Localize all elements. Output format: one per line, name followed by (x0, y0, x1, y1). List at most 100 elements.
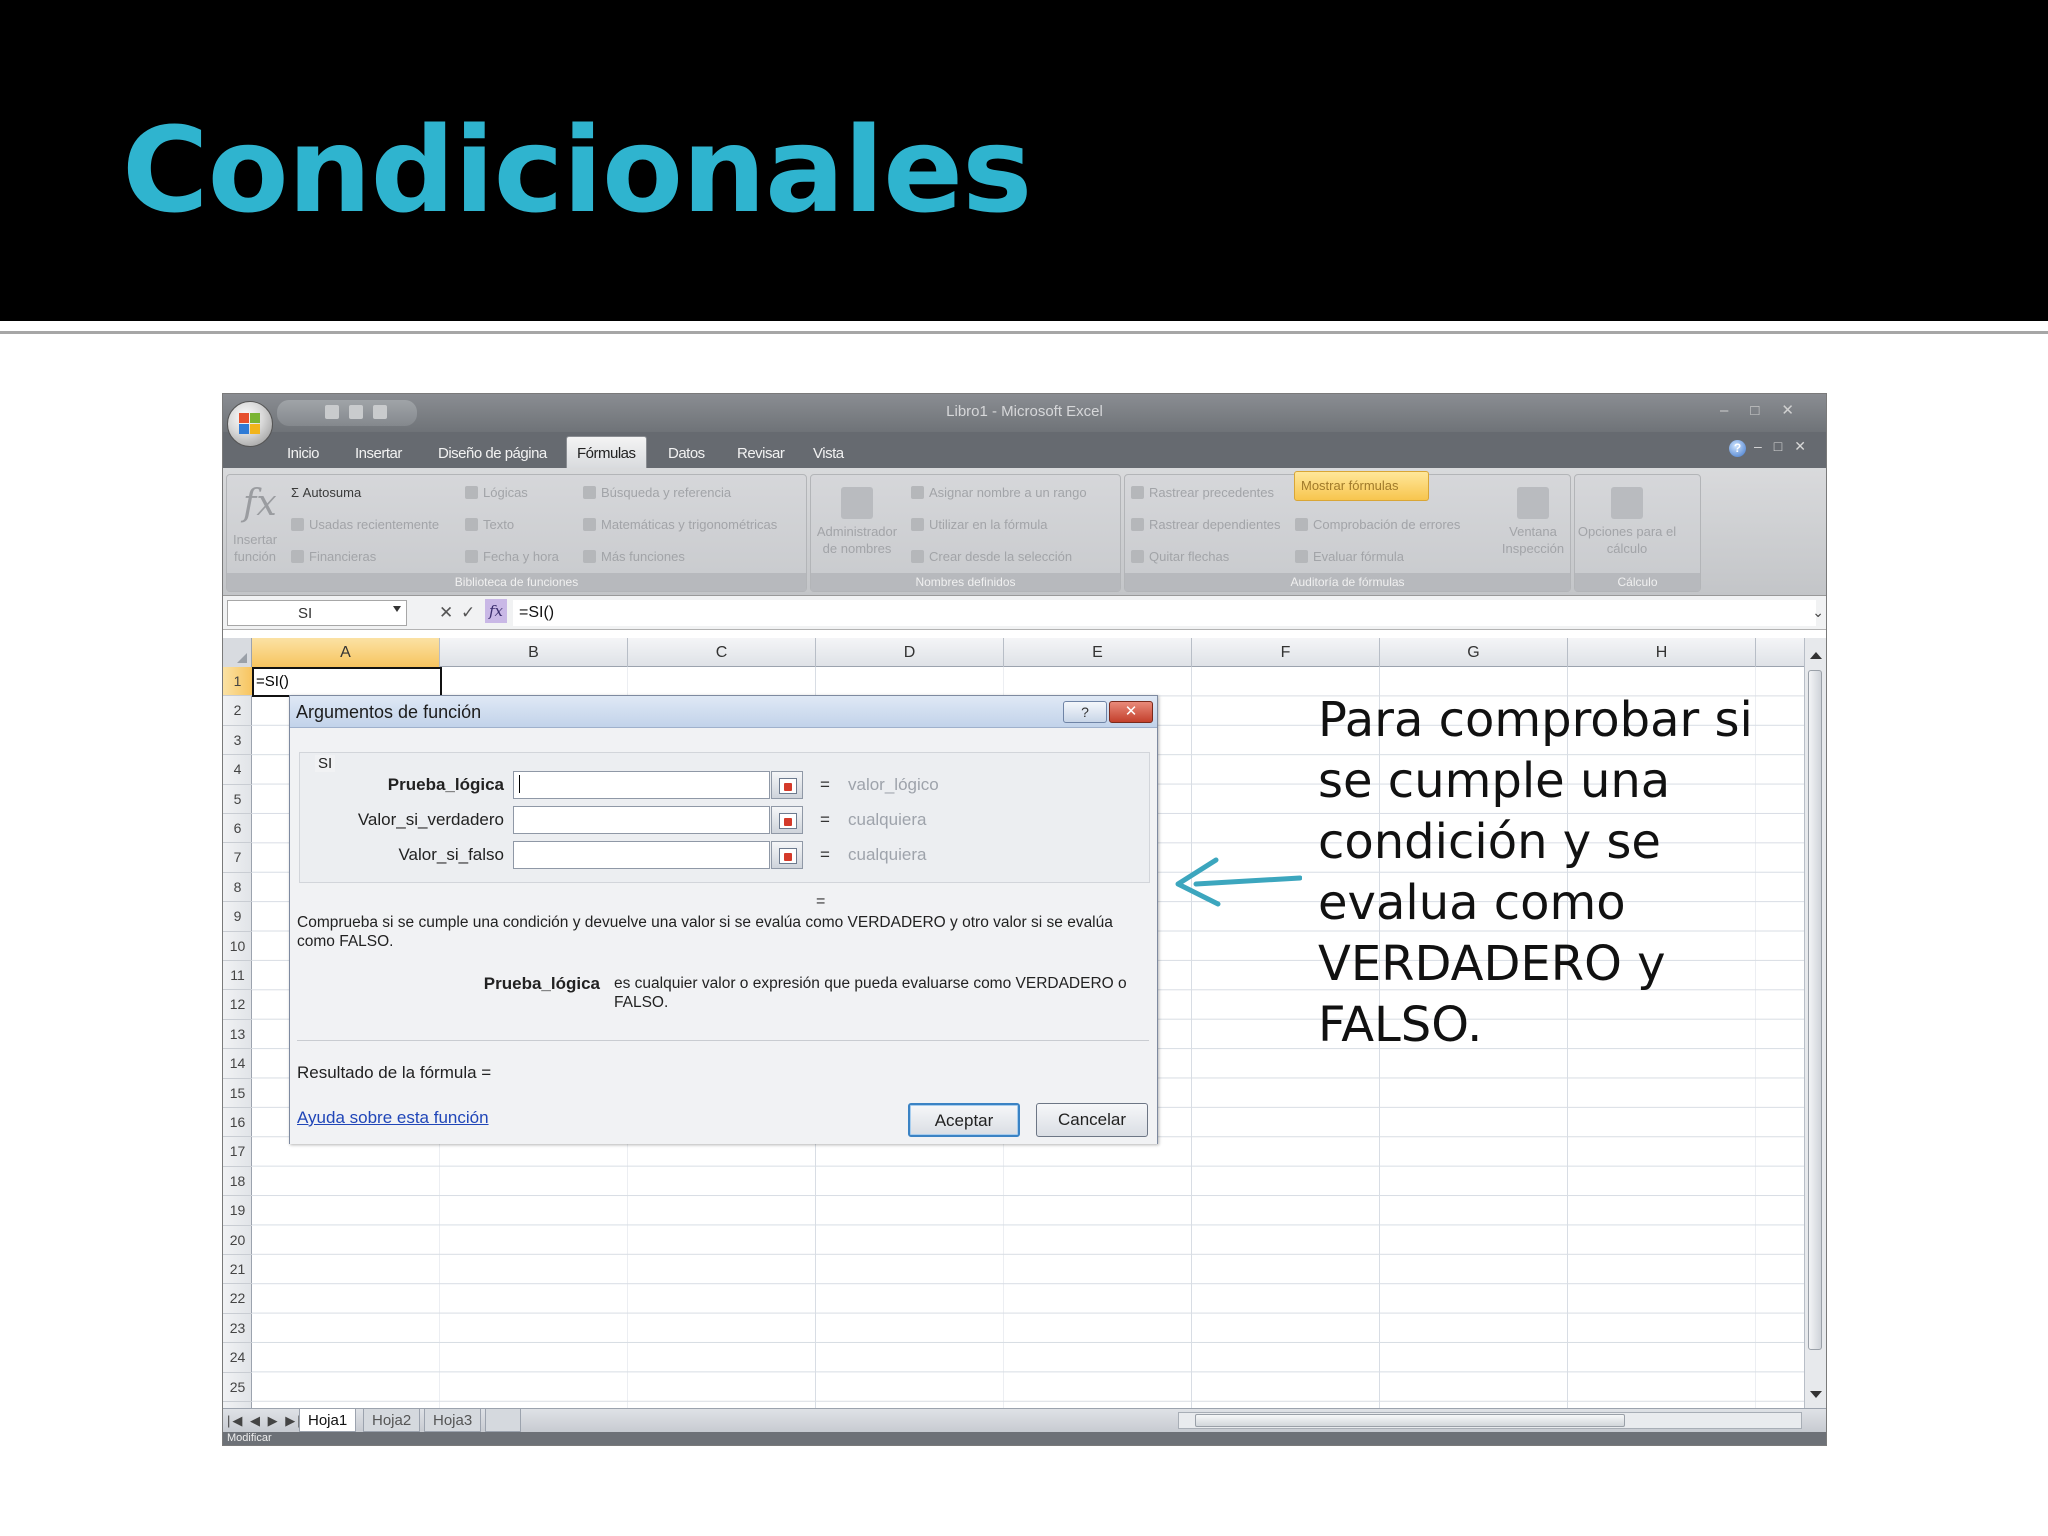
office-button[interactable] (227, 401, 273, 447)
row-header[interactable]: 7 (223, 843, 252, 873)
row-header[interactable]: 11 (223, 961, 252, 991)
show-formulas-button[interactable]: Mostrar fórmulas (1294, 471, 1429, 501)
row-header[interactable]: 8 (223, 873, 252, 903)
text-button[interactable]: Texto (465, 517, 514, 532)
row-header[interactable]: 21 (223, 1255, 252, 1285)
valor-si-falso-input[interactable] (513, 841, 770, 869)
column-header[interactable]: H (1568, 638, 1756, 667)
ok-button[interactable]: Aceptar (908, 1103, 1020, 1137)
window-controls[interactable]: –□✕ (1720, 401, 1816, 419)
watch-window-button[interactable]: Ventana Inspección (1497, 487, 1569, 557)
autosum-button[interactable]: Σ Autosuma (291, 485, 361, 500)
row-header[interactable]: 5 (223, 785, 252, 814)
expand-icon[interactable]: ⌄ (1812, 604, 1824, 621)
row-header[interactable]: 6 (223, 814, 252, 844)
name-manager-button[interactable]: Administrador de nombres (813, 487, 901, 557)
lookup-button[interactable]: Búsqueda y referencia (583, 485, 731, 500)
row-header[interactable]: 22 (223, 1284, 252, 1314)
row-header[interactable]: 18 (223, 1167, 252, 1197)
collapse-dialog-icon[interactable] (771, 771, 803, 799)
financial-button[interactable]: Financieras (291, 549, 376, 564)
cancel-button[interactable]: Cancelar (1036, 1103, 1148, 1137)
collapse-dialog-icon[interactable] (771, 806, 803, 834)
dialog-titlebar[interactable]: Argumentos de función ? ✕ (290, 696, 1157, 728)
row-header[interactable]: 2 (223, 696, 252, 726)
formula-input[interactable]: =SI() (513, 600, 1816, 626)
error-checking-button[interactable]: Comprobación de errores (1295, 517, 1460, 532)
select-all-button[interactable] (223, 638, 252, 667)
horizontal-scrollbar[interactable] (1178, 1412, 1802, 1429)
tab-insertar[interactable]: Insertar (345, 440, 412, 468)
sheet-tab-hoja2[interactable]: Hoja2 (363, 1409, 421, 1432)
sheet-tab-hoja3[interactable]: Hoja3 (424, 1409, 482, 1432)
scroll-thumb[interactable] (1195, 1414, 1625, 1427)
help-icon[interactable]: ? (1729, 440, 1746, 457)
row-header[interactable]: 3 (223, 726, 252, 756)
recent-functions-button[interactable]: Usadas recientemente (291, 517, 439, 532)
insert-sheet-icon[interactable] (485, 1409, 521, 1432)
remove-arrows-button[interactable]: Quitar flechas (1131, 549, 1229, 564)
scroll-thumb[interactable] (1808, 670, 1822, 1350)
prueba-logica-input[interactable] (513, 771, 770, 799)
dialog-help-button[interactable]: ? (1063, 701, 1107, 723)
valor-si-verdadero-input[interactable] (513, 806, 770, 834)
math-button[interactable]: Matemáticas y trigonométricas (583, 517, 777, 532)
fx-icon[interactable]: fx (485, 599, 507, 623)
insert-function-button[interactable]: Insertar función (229, 531, 281, 565)
more-functions-button[interactable]: Más funciones (583, 549, 685, 564)
row-header[interactable]: 16 (223, 1108, 252, 1138)
row-header[interactable]: 13 (223, 1020, 252, 1050)
tab-formulas[interactable]: Fórmulas (566, 436, 647, 468)
row-header[interactable]: 12 (223, 990, 252, 1020)
row-header[interactable]: 1 (223, 667, 252, 697)
scroll-up-icon[interactable] (1810, 652, 1822, 659)
column-header[interactable]: D (816, 638, 1004, 667)
workbook-controls[interactable]: –□✕ (1754, 438, 1818, 455)
tab-revisar[interactable]: Revisar (727, 440, 794, 468)
insert-function-icon[interactable]: fx (243, 483, 277, 524)
define-name-button[interactable]: Asignar nombre a un rango (911, 485, 1087, 500)
column-header[interactable]: A (252, 638, 440, 667)
confirm-icon[interactable]: ✓ (461, 603, 475, 623)
column-header[interactable]: C (628, 638, 816, 667)
chevron-down-icon[interactable] (393, 606, 401, 612)
row-header[interactable]: 19 (223, 1196, 252, 1226)
active-cell[interactable]: =SI() (252, 667, 442, 697)
calc-options-icon (1611, 487, 1643, 519)
collapse-dialog-icon[interactable] (771, 841, 803, 869)
tab-inicio[interactable]: Inicio (277, 440, 329, 468)
tab-datos[interactable]: Datos (658, 440, 715, 468)
column-header[interactable]: F (1192, 638, 1380, 667)
row-header[interactable]: 25 (223, 1373, 252, 1402)
row-header[interactable]: 14 (223, 1049, 252, 1079)
column-header[interactable]: G (1380, 638, 1568, 667)
row-header[interactable]: 24 (223, 1343, 252, 1373)
name-box[interactable]: SI (227, 600, 407, 626)
sheet-tab-hoja1[interactable]: Hoja1 (299, 1409, 357, 1432)
calc-options-button[interactable]: Opciones para el cálculo (1577, 487, 1677, 557)
tab-vista[interactable]: Vista (803, 440, 854, 468)
row-header[interactable]: 17 (223, 1137, 252, 1167)
vertical-scrollbar[interactable] (1804, 638, 1826, 1408)
tab-diseno-pagina[interactable]: Diseño de página (428, 440, 557, 468)
row-header[interactable]: 9 (223, 902, 252, 932)
use-in-formula-button[interactable]: Utilizar en la fórmula (911, 517, 1048, 532)
create-from-selection-button[interactable]: Crear desde la selección (911, 549, 1072, 564)
cancel-icon[interactable]: ✕ (439, 603, 453, 623)
row-header[interactable]: 15 (223, 1079, 252, 1108)
logical-button[interactable]: Lógicas (465, 485, 528, 500)
row-header[interactable]: 20 (223, 1226, 252, 1255)
function-help-link[interactable]: Ayuda sobre esta función (297, 1108, 489, 1128)
evaluate-formula-button[interactable]: Evaluar fórmula (1295, 549, 1404, 564)
trace-dependents-button[interactable]: Rastrear dependientes (1131, 517, 1281, 532)
sheet-nav-icons[interactable]: |◀ ◀ ▶ ▶| (227, 1413, 303, 1429)
row-header[interactable]: 23 (223, 1314, 252, 1344)
row-header[interactable]: 4 (223, 755, 252, 785)
row-header[interactable]: 10 (223, 932, 252, 961)
column-header[interactable]: E (1004, 638, 1192, 667)
datetime-button[interactable]: Fecha y hora (465, 549, 559, 564)
trace-precedents-button[interactable]: Rastrear precedentes (1131, 485, 1274, 500)
column-header[interactable]: B (440, 638, 628, 667)
scroll-down-icon[interactable] (1810, 1391, 1822, 1398)
dialog-close-button[interactable]: ✕ (1109, 701, 1153, 723)
